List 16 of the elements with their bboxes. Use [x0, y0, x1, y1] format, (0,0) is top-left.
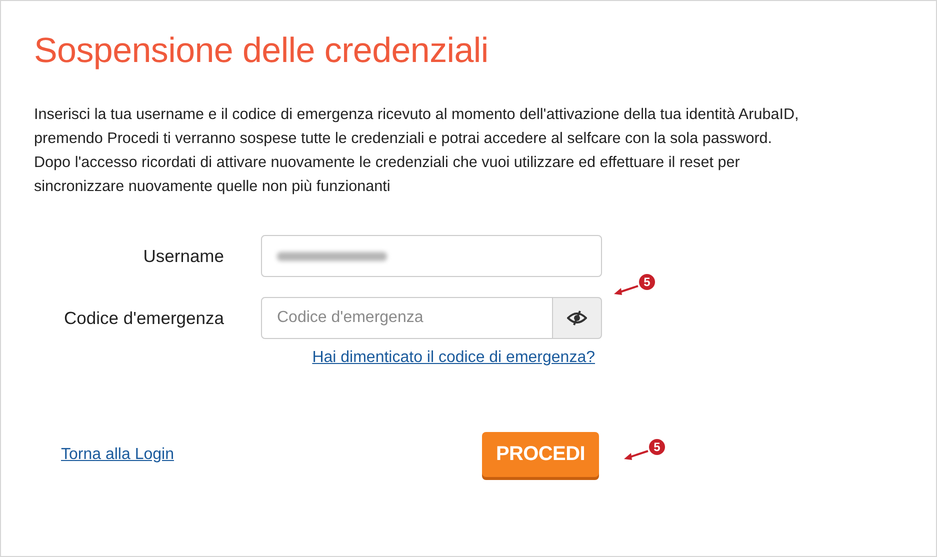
page-title: Sospensione delle credenziali: [34, 31, 490, 71]
intro-text: sincronizzare nuovamente quelle non più funzionanti: [34, 177, 392, 197]
intro-text: Inserisci la tua username e il codice di emergenza ricevuto al momento dell'attivazione della tua identità ArubaID,: [34, 105, 800, 125]
forgot-code-link[interactable]: Hai dimenticato il codice di emergenza?: [312, 349, 595, 367]
username-field[interactable]: [261, 235, 602, 277]
annotation-badge: 5: [649, 439, 665, 455]
back-to-login-link[interactable]: Torna alla Login: [61, 446, 174, 464]
arrow-icon: [623, 447, 649, 461]
field-label: Codice d'emergenza: [63, 308, 224, 328]
intro-text: Dopo l'accesso ricordati di attivare nuovamente le credenziali che vuoi utilizzare ed effettuare il reset per: [34, 153, 741, 173]
arrow-icon: [613, 282, 639, 296]
annotation-badge: 5: [639, 274, 655, 290]
intro-text: premendo Procedi ti verranno sospese tutte le credenziali e potrai accedere al selfcare con la sola password.: [34, 129, 774, 149]
code-field[interactable]: Codice d'emergenza: [261, 297, 553, 339]
eye-slash-icon[interactable]: [553, 297, 602, 339]
field-label: Username: [142, 246, 224, 266]
